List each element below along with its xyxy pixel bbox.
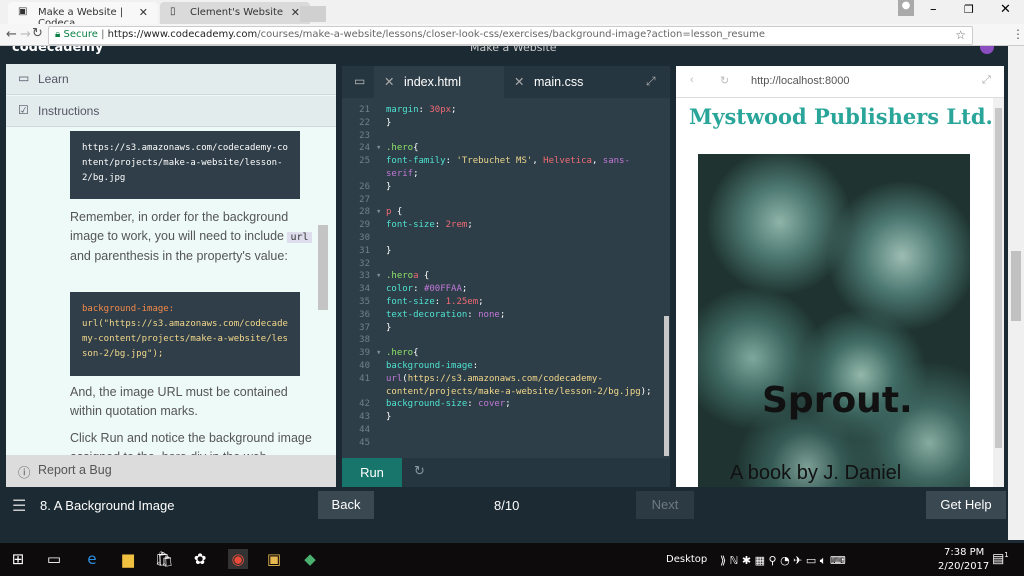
close-window-icon[interactable]: ✕ [1000,2,1011,17]
new-tab-button[interactable] [300,6,326,22]
file-explorer-icon[interactable]: ▆ [118,549,138,569]
close-tab-icon[interactable]: ✕ [139,6,148,19]
page-icon: ▯ [170,6,176,17]
menu-icon[interactable]: ⋮ [1012,27,1024,41]
windows-taskbar: ⊞ ▭ e ▆ 🛍︎ ✿ ◉ ▣ ◆ Desktop ⟫ ℕ ✱ ▦ ⚲ ◔ ✈… [0,543,1024,576]
preview-scrollbar[interactable] [993,98,1004,487]
hero-byline: A book by J. Daniel [730,462,902,484]
code-snippet: background-image: url("https://s3.amazona… [70,292,300,376]
tab-index-html[interactable]: ✕ index.html [374,66,504,98]
minimize-icon[interactable]: – [930,2,937,17]
site-title: Mystwood Publishers Ltd. [689,104,993,129]
editor-scrollbar[interactable] [664,316,669,456]
tray-icons[interactable]: ⟫ ℕ ✱ ▦ ⚲ ◔ ✈ ▭ 🔈︎ ⌨ [720,554,846,568]
code-lines[interactable]: 21 margin: 30px; 22} 23 24 ▾ .hero{ 25 fon… [342,104,662,450]
reset-icon[interactable]: ↻ [414,464,425,479]
close-tab-icon[interactable]: ✕ [291,6,300,19]
restore-icon[interactable]: ❐ [964,3,974,16]
instructions-panel: ▭ Learn ☑ Instructions https://s3.amazonaw… [6,64,336,487]
web-preview: ‹ ↻ http://localhost:8000 ⤢ Mystwood Publis… [676,66,1004,487]
lock-icon: 🔒︎ [55,29,61,40]
browser-tab-active[interactable]: ▣Make a Website | Codeca✕ [8,2,158,29]
run-bar: Run ↻ [342,458,670,487]
get-help-button[interactable]: Get Help [926,491,1006,519]
avatar[interactable] [980,46,994,54]
app-icon[interactable]: ◆ [300,549,320,569]
browser-tab-bar: ▣Make a Website | Codeca✕ ▯Clement's Web… [0,0,1024,29]
folder-icon[interactable]: ▭ [354,74,365,88]
forward-icon[interactable]: → [20,27,31,42]
clock-date[interactable]: 2/20/2017 [938,561,989,572]
instruction-paragraph: Remember, in order for the background im… [70,208,320,266]
edge-icon[interactable]: e [82,549,102,569]
instruction-paragraph: And, the image URL must be contained wit… [70,385,288,418]
report-bug-button[interactable]: ⓘ Report a Bug [6,455,336,487]
progress-indicator: 8/10 [494,498,520,513]
lesson-title: 8. A Background Image [40,498,175,513]
back-icon[interactable]: ← [6,27,17,42]
task-view-icon[interactable]: ▭ [44,549,64,569]
checkbox-icon: ☑ [18,103,29,117]
hero-background-image: Sprout. A book by J. Daniel [698,154,970,487]
instruction-paragraph: Click Run and notice the background imag… [70,431,312,455]
lesson-footer: ☰ 8. A Background Image Back 8/10 Next G… [0,487,1008,527]
preview-back-icon[interactable]: ‹ [690,74,694,86]
run-button[interactable]: Run [342,458,402,487]
expand-icon[interactable]: ⤢ [646,74,656,89]
book-icon: ▭ [18,71,30,85]
browser-tab[interactable]: ▯ Clement's Website ✕ [160,2,310,24]
user-profile-icon[interactable]: ● [898,0,914,16]
url-input[interactable]: 🔒︎ Secure | https://www.codecademy.com/c… [48,26,973,45]
codecademy-favicon-icon: ▣ [18,6,28,17]
preview-url-bar: ‹ ↻ http://localhost:8000 ⤢ [676,66,1004,98]
code-editor: ▭ ✕ index.html ✕ main.css ⤢ 21 margin: 30p… [342,66,670,487]
help-circle-icon: ⓘ [18,466,31,480]
logo[interactable]: codecademy [12,46,103,55]
hero-title: Sprout. [762,380,913,421]
page-scrollbar[interactable] [1008,46,1024,540]
start-icon[interactable]: ⊞ [8,549,28,569]
app-icon[interactable]: ▣ [264,549,284,569]
learn-tab[interactable]: ▭ Learn [6,64,336,95]
notifications-icon[interactable]: ▤1 [992,551,1009,566]
preview-reload-icon[interactable]: ↻ [720,74,729,87]
reload-icon[interactable]: ↻ [32,26,43,41]
chrome-icon[interactable]: ◉ [228,549,248,569]
app-icon[interactable]: ✿ [190,549,210,569]
course-title: Make a Website [470,46,557,54]
code-snippet: https://s3.amazonaws.com/codecademy-cont… [70,131,300,199]
lesson-menu-icon[interactable]: ☰ [12,496,26,516]
store-icon[interactable]: 🛍︎ [154,549,174,569]
tab-main-css[interactable]: ✕ main.css [504,66,634,98]
instructions-tab[interactable]: ☑ Instructions [6,96,336,127]
instructions-scrollbar[interactable] [318,225,328,310]
clock-time[interactable]: 7:38 PM [944,547,984,558]
codecademy-header: codecademy Make a Website [0,46,1008,64]
bookmark-star-icon[interactable]: ☆ [955,28,966,42]
next-button[interactable]: Next [636,491,694,519]
address-bar-row: ← → ↻ 🔒︎ Secure | https://www.codecademy… [0,24,1024,46]
expand-icon[interactable]: ⤢ [982,74,991,87]
back-button[interactable]: Back [318,491,374,519]
desktop-toolbar[interactable]: Desktop [666,554,707,565]
editor-tab-bar: ▭ ✕ index.html ✕ main.css ⤢ [342,66,670,98]
close-file-icon[interactable]: ✕ [514,74,524,89]
close-file-icon[interactable]: ✕ [384,74,394,89]
